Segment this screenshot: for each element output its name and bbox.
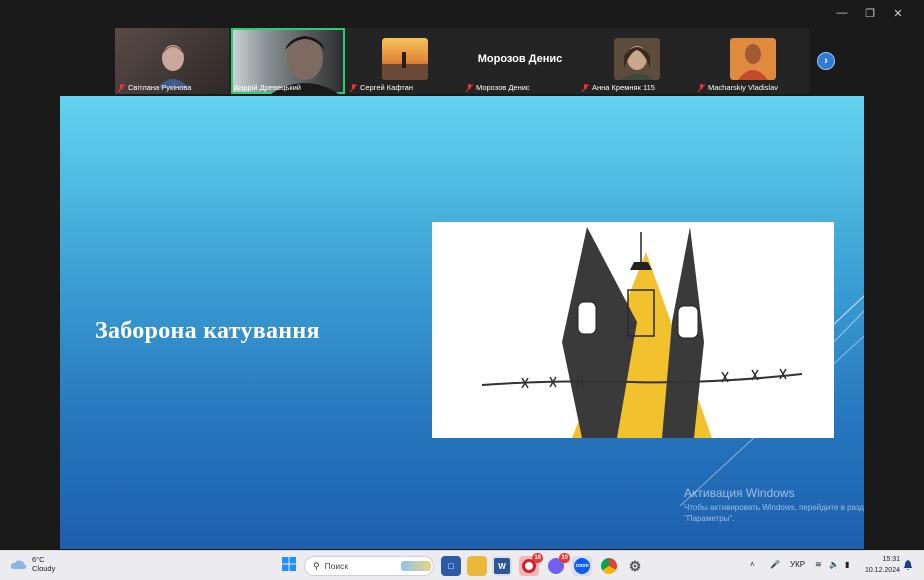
participant-name: Macharskiy Vladislav — [698, 83, 778, 92]
participant-tile[interactable]: Сергей Кафтан — [347, 28, 461, 94]
participant-strip: Світлана Рукінова Андрій Древецький Серг… — [115, 28, 809, 94]
participant-tile[interactable]: Морозов Денис Морозов Денис — [463, 28, 577, 94]
participant-tile[interactable]: Анна Кремняк 115 — [579, 28, 693, 94]
weather-widget[interactable]: 6°C Cloudy — [10, 555, 55, 573]
windows-activation-watermark: Активация Windows Чтобы активировать Win… — [684, 486, 864, 523]
participant-tile[interactable]: Macharskiy Vladislav — [695, 28, 809, 94]
weather-condition: Cloudy — [32, 564, 56, 573]
notification-bell-icon[interactable] — [903, 560, 913, 571]
battery-icon[interactable]: ▮ — [845, 560, 849, 569]
taskbar-search[interactable]: ⚲ Поиск — [304, 556, 434, 576]
mic-muted-icon — [466, 83, 473, 92]
participant-name: Андрій Древецький — [234, 83, 301, 92]
mic-muted-icon — [350, 83, 357, 92]
minimize-icon[interactable]: — — [828, 4, 856, 22]
word-icon[interactable]: W — [492, 556, 512, 576]
close-icon[interactable]: ✕ — [884, 4, 912, 22]
search-icon: ⚲ — [313, 560, 320, 571]
weather-temperature: 6°C — [32, 555, 45, 564]
barbed-wire-illustration — [481, 227, 803, 438]
chevron-right-icon: › — [824, 55, 828, 67]
opera-icon[interactable]: 16 — [519, 553, 543, 576]
mic-muted-icon — [582, 83, 589, 92]
desktop-screen: — ❐ ✕ Світлана Рукінова Андрій Древецьки… — [0, 0, 924, 580]
chrome-icon[interactable] — [599, 556, 619, 576]
settings-gear-icon[interactable]: ⚙ — [625, 556, 645, 576]
participant-video — [157, 45, 189, 88]
participant-name: Сергей Кафтан — [350, 83, 413, 92]
viber-icon[interactable]: 10 — [546, 553, 570, 576]
participant-name: Морозов Денис — [466, 83, 530, 92]
participant-name: Анна Кремняк 115 — [582, 83, 655, 92]
mic-muted-icon — [118, 83, 125, 92]
cloud-icon — [10, 559, 27, 569]
viber-notification-badge: 10 — [559, 553, 570, 563]
participant-avatar — [614, 38, 660, 80]
restore-icon[interactable]: ❐ — [856, 4, 884, 22]
slide-illustration — [432, 222, 834, 438]
participant-tile-active-speaker[interactable]: Андрій Древецький — [231, 28, 345, 94]
participant-name: Світлана Рукінова — [118, 83, 191, 92]
file-explorer-icon[interactable] — [467, 556, 487, 576]
system-clock[interactable]: 15:31 10.12.2024 — [862, 555, 900, 576]
volume-icon[interactable]: 🔈 — [829, 560, 839, 569]
language-indicator[interactable]: УКР — [790, 560, 805, 569]
windows-start-icon[interactable] — [282, 557, 296, 571]
zoom-icon[interactable]: zoom — [572, 556, 592, 576]
mic-muted-icon — [698, 83, 705, 92]
participant-tile[interactable]: Світлана Рукінова — [115, 28, 229, 94]
window-controls: — ❐ ✕ — [828, 4, 912, 22]
taskbar: 6°C Cloudy ⚲ Поиск □ W 16 10 zoom ⚙ ˄ 🎤 — [0, 550, 924, 580]
floppy-app-icon[interactable]: □ — [441, 556, 461, 576]
participant-avatar — [730, 38, 776, 80]
search-highlight-image — [401, 561, 431, 571]
slide-title: Заборона катування — [95, 318, 320, 344]
search-placeholder: Поиск — [324, 561, 349, 571]
next-participants-button[interactable]: › — [817, 52, 835, 70]
participant-display-name: Морозов Денис — [477, 53, 563, 65]
shared-slide: Заборона катування Активация Windows Что… — [60, 96, 864, 549]
opera-notification-badge: 16 — [532, 553, 543, 563]
wifi-icon[interactable]: ≋ — [815, 560, 822, 569]
chevron-up-icon[interactable]: ˄ — [750, 560, 755, 569]
participant-avatar — [382, 38, 428, 80]
microphone-icon[interactable]: 🎤 — [770, 560, 780, 569]
